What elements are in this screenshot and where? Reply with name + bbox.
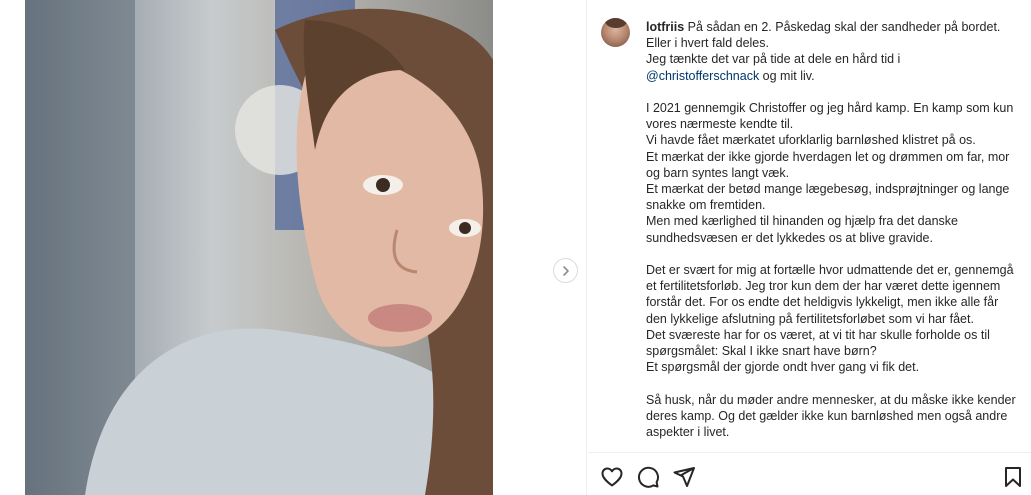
comment-icon bbox=[637, 466, 659, 488]
caption-line: Et mærkat der ikke gjorde hverdagen let … bbox=[646, 149, 1010, 180]
post-photo[interactable] bbox=[25, 0, 493, 495]
caption-line: I 2021 gennemgik Christoffer og jeg hård… bbox=[646, 101, 1014, 132]
caption-paragraph-2: I 2021 gennemgik Christoffer og jeg hård… bbox=[646, 100, 1016, 246]
username-link[interactable]: lotfriis bbox=[646, 20, 684, 34]
like-button[interactable] bbox=[600, 465, 624, 489]
comment-button[interactable] bbox=[636, 465, 660, 489]
caption-line: Det er svært for mig at fortælle hvor ud… bbox=[646, 263, 1014, 326]
avatar[interactable] bbox=[601, 18, 630, 47]
caption-line: Et mærkat der betød mange lægebesøg, ind… bbox=[646, 182, 1010, 213]
mention-link[interactable]: @christofferschnack bbox=[646, 69, 759, 83]
caption-line: Så husk, når du møder andre mennesker, a… bbox=[646, 392, 1016, 440]
selfie-illustration bbox=[25, 0, 493, 495]
caption-line: Et spørgsmål der gjorde ondt hver gang v… bbox=[646, 360, 920, 375]
caption-line-end: og mit liv. bbox=[759, 68, 815, 83]
caption-line: Det sværeste har for os været, at vi tit… bbox=[646, 327, 990, 359]
media-viewer bbox=[0, 0, 587, 495]
next-image-button[interactable] bbox=[553, 258, 578, 283]
caption-line: Men med kærlighed til hinanden og hjælp … bbox=[646, 214, 958, 245]
save-button[interactable] bbox=[1001, 465, 1025, 489]
send-icon bbox=[673, 467, 695, 487]
heart-icon bbox=[601, 467, 623, 487]
chevron-right-icon bbox=[562, 265, 569, 276]
caption-scroll-area[interactable]: lotfriis På sådan en 2. Påskedag skal de… bbox=[588, 0, 1031, 452]
caption-line: Vi havde fået mærkatet uforklarlig barnl… bbox=[646, 133, 976, 148]
post-caption: lotfriis På sådan en 2. Påskedag skal de… bbox=[646, 19, 1016, 440]
bookmark-icon bbox=[1005, 467, 1021, 487]
caption-paragraph-4: Så husk, når du møder andre mennesker, a… bbox=[646, 392, 1016, 441]
post-side-panel: lotfriis På sådan en 2. Påskedag skal de… bbox=[588, 0, 1031, 495]
caption-paragraph-3: Det er svært for mig at fortælle hvor ud… bbox=[646, 262, 1016, 375]
share-button[interactable] bbox=[672, 465, 696, 489]
caption-line: Eller i hvert fald deles. bbox=[646, 36, 769, 51]
caption-first-line: På sådan en 2. Påskedag skal der sandhed… bbox=[684, 20, 1001, 34]
action-bar bbox=[588, 452, 1031, 495]
caption-line: Jeg tænkte det var på tide at dele en hå… bbox=[646, 52, 901, 67]
caption-paragraph-1: lotfriis På sådan en 2. Påskedag skal de… bbox=[646, 19, 1016, 84]
